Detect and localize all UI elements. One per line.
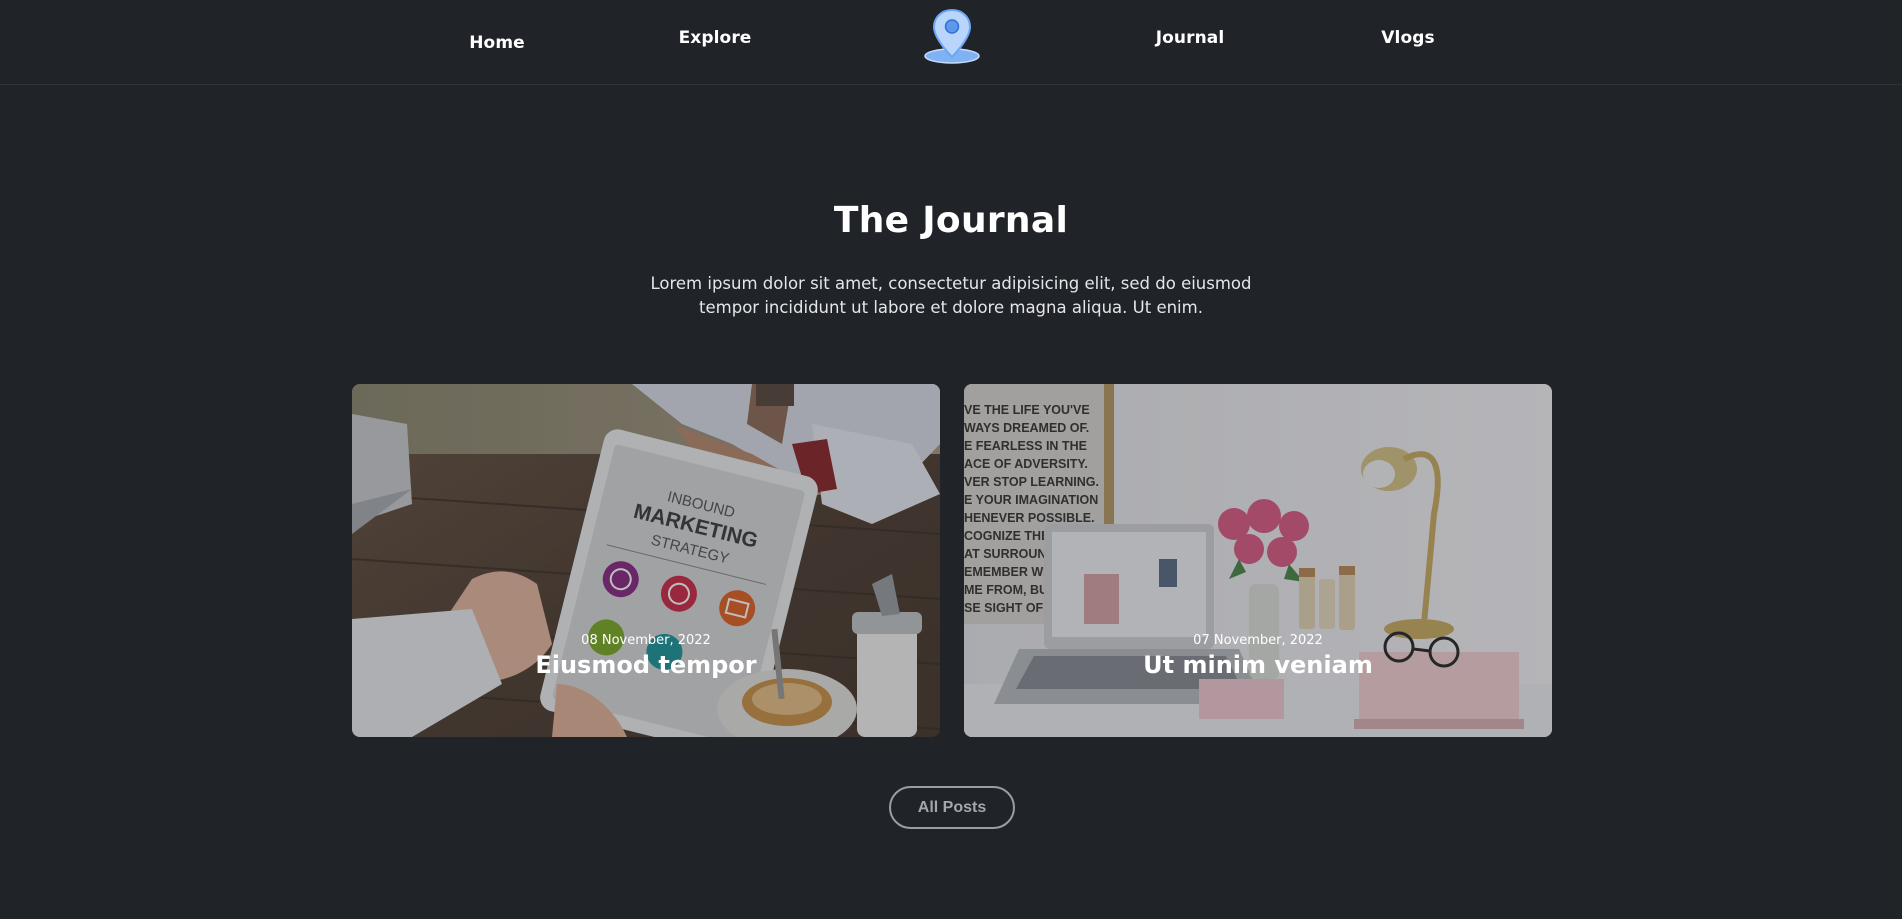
card-overlay xyxy=(964,384,1552,737)
post-card[interactable]: VE THE LIFE YOU'VE WAYS DREAMED OF. E FE… xyxy=(964,384,1552,737)
journal-title: The Journal xyxy=(833,200,1069,241)
nav-home-link[interactable]: Home xyxy=(469,33,525,53)
post-date: 08 November, 2022 xyxy=(581,633,711,648)
nav-vlogs-link[interactable]: Vlogs xyxy=(1381,28,1434,48)
post-card[interactable]: INBOUND MARKETING STRATEGY 08 November, … xyxy=(352,384,940,737)
post-title[interactable]: Ut minim veniam xyxy=(964,651,1552,679)
all-posts-button[interactable]: All Posts xyxy=(889,786,1015,829)
card-overlay xyxy=(352,384,940,737)
map-pin-icon[interactable] xyxy=(922,6,982,66)
nav-journal-link[interactable]: Journal xyxy=(1156,28,1225,48)
top-navigation: Home Explore Journal Vlogs xyxy=(0,0,1902,85)
post-date: 07 November, 2022 xyxy=(1193,633,1323,648)
nav-explore-link[interactable]: Explore xyxy=(679,28,752,48)
post-title[interactable]: Eiusmod tempor xyxy=(352,651,940,679)
journal-description: Lorem ipsum dolor sit amet, consectetur … xyxy=(650,274,1252,317)
